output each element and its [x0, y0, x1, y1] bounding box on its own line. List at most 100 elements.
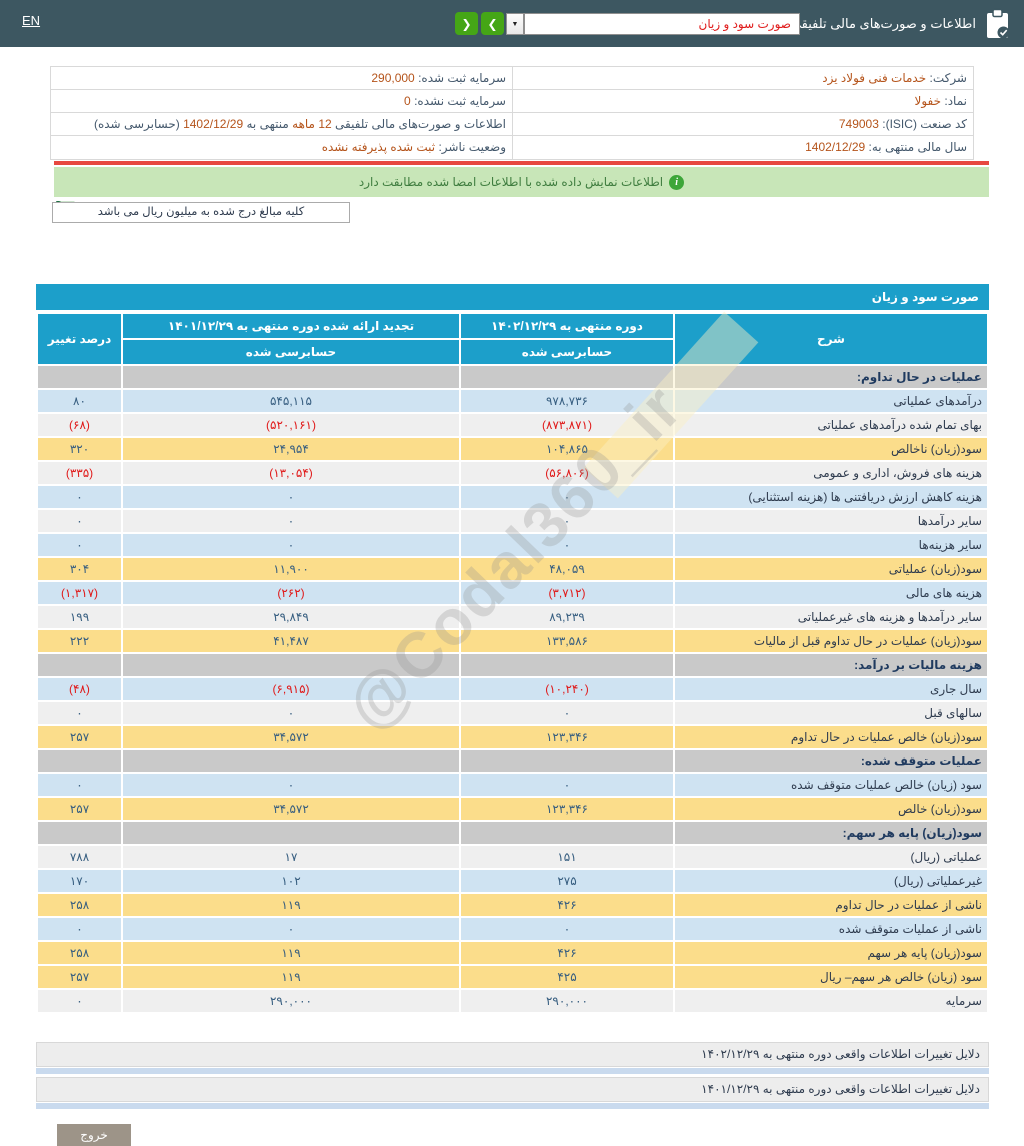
row-label: سایر درآمدها: [675, 510, 987, 532]
row-value-current: ۱۲۳,۳۴۶: [461, 798, 673, 820]
issuer-status-label: وضعیت ناشر:: [438, 140, 506, 154]
row-label: سایر هزینه‌ها: [675, 534, 987, 556]
row-value-previous: ۲۴,۹۵۴: [123, 438, 459, 460]
row-value-current: ۰: [461, 486, 673, 508]
row-label: سایر درآمدها و هزینه های غیرعملیاتی: [675, 606, 987, 628]
row-label: ناشی از عملیات در حال تداوم: [675, 894, 987, 916]
row-label: عملیاتی (ریال): [675, 846, 987, 868]
company-info-row: کد صنعت (ISIC): 749003 اطلاعات و صورت‌ها…: [51, 113, 973, 136]
previous-report-button[interactable]: ❮: [455, 12, 478, 35]
row-value-current: ۰: [461, 702, 673, 724]
row-change-percent: (۳۳۵): [38, 462, 121, 484]
row-value-current: ۴۲۶: [461, 942, 673, 964]
report-type-select[interactable]: صورت سود و زیان: [524, 13, 800, 35]
row-value-current: ۰: [461, 918, 673, 940]
row-change-percent: ۰: [38, 534, 121, 556]
empty-cell: [38, 822, 121, 844]
empty-cell: [123, 750, 459, 772]
row-label: سود (زیان) خالص عملیات متوقف شده: [675, 774, 987, 796]
empty-cell: [461, 654, 673, 676]
row-change-percent: (۴۸): [38, 678, 121, 700]
row-label: سود(زیان) خالص عملیات در حال تداوم: [675, 726, 987, 748]
section-row: عملیات متوقف شده:: [38, 750, 987, 772]
red-divider: [54, 161, 989, 165]
footer-bar-changes-1402[interactable]: دلایل تغییرات اطلاعات واقعی دوره منتهی ب…: [36, 1042, 989, 1067]
footer-strip: [36, 1068, 989, 1074]
row-change-percent: ۱۷۰: [38, 870, 121, 892]
footer-bar-changes-1401[interactable]: دلایل تغییرات اطلاعات واقعی دوره منتهی ب…: [36, 1077, 989, 1102]
table-row: درآمدهای عملیاتی ۹۷۸,۷۳۶ ۵۴۵,۱۱۵ ۸۰: [38, 390, 987, 412]
table-row: عملیاتی (ریال) ۱۵۱ ۱۷ ۷۸۸: [38, 846, 987, 868]
row-change-percent: ۲۵۷: [38, 966, 121, 988]
row-change-percent: ۲۲۲: [38, 630, 121, 652]
row-value-current: ۴۲۶: [461, 894, 673, 916]
exit-button[interactable]: خروج: [57, 1124, 131, 1146]
units-note-box: کلیه مبالغ درج شده به میلیون ریال می باش…: [52, 202, 350, 223]
company-info-row: نماد: خفولا سرمایه ثبت نشده: 0: [51, 90, 973, 113]
row-value-previous: ۰: [123, 534, 459, 556]
row-change-percent: ۲۵۸: [38, 894, 121, 916]
row-value-current: ۹۷۸,۷۳۶: [461, 390, 673, 412]
row-change-percent: ۰: [38, 486, 121, 508]
top-bar: EN اطلاعات و صورت‌های مالی تلفیقی صورت س…: [0, 0, 1024, 47]
row-value-previous: ۱۱۹: [123, 942, 459, 964]
row-label: بهای تمام شده درآمدهای عملیاتی: [675, 414, 987, 436]
row-value-previous: ۰: [123, 918, 459, 940]
empty-cell: [461, 750, 673, 772]
row-value-current: ۴۸,۰۵۹: [461, 558, 673, 580]
isic-label: کد صنعت (ISIC):: [882, 117, 967, 131]
select-dropdown-arrow-icon[interactable]: ▼: [506, 13, 524, 35]
row-value-current: ۸۹,۲۳۹: [461, 606, 673, 628]
section-label: هزینه مالیات بر درآمد:: [675, 654, 987, 676]
company-name: خدمات فنی فولاد یزد: [822, 71, 927, 85]
empty-cell: [123, 822, 459, 844]
income-statement-table: شرح دوره منتهی به ۱۴۰۲/۱۲/۲۹ تجدید ارائه…: [36, 312, 989, 1014]
language-en-link[interactable]: EN: [22, 13, 40, 28]
footer-strip: [36, 1103, 989, 1109]
statement-period-months: 12 ماهه: [292, 117, 332, 131]
row-label: سود (زیان) خالص هر سهم– ریال: [675, 966, 987, 988]
row-value-previous: ۱۷: [123, 846, 459, 868]
statement-period-text: اطلاعات و صورت‌های مالی تلفیقی: [335, 117, 506, 131]
statement-period-text: منتهی به: [246, 117, 289, 131]
row-label: هزینه های مالی: [675, 582, 987, 604]
next-report-button[interactable]: ❯: [481, 12, 504, 35]
column-subheader-audited-previous: حسابرسی شده: [123, 340, 459, 364]
statement-audited-note: (حسابرسی شده): [93, 117, 180, 131]
isic-value: 749003: [838, 117, 879, 131]
row-change-percent: (۱,۳۱۷): [38, 582, 121, 604]
row-value-previous: ۲۹,۸۴۹: [123, 606, 459, 628]
row-label: ناشی از عملیات متوقف شده: [675, 918, 987, 940]
signed-info-alert: i اطلاعات نمایش داده شده با اطلاعات امضا…: [54, 167, 989, 197]
row-value-current: ۱۰۴,۸۶۵: [461, 438, 673, 460]
column-header-change-percent: درصد تغییر: [38, 314, 121, 364]
registered-capital-value: 290,000: [371, 71, 415, 85]
row-label: سالهای قبل: [675, 702, 987, 724]
fiscal-year-value: 1402/12/29: [805, 140, 866, 154]
table-row: سال جاری (۱۰,۲۴۰) (۶,۹۱۵) (۴۸): [38, 678, 987, 700]
table-row: سایر درآمدها ۰ ۰ ۰: [38, 510, 987, 532]
row-change-percent: ۱۹۹: [38, 606, 121, 628]
company-info-row: شرکت: خدمات فنی فولاد یزد سرمایه ثبت شده…: [51, 67, 973, 90]
empty-cell: [123, 654, 459, 676]
row-value-current: ۰: [461, 534, 673, 556]
row-change-percent: ۷۸۸: [38, 846, 121, 868]
row-value-previous: ۱۰۲: [123, 870, 459, 892]
page-title: اطلاعات و صورت‌های مالی تلفیقی: [790, 16, 976, 31]
row-label: سود(زیان) عملیات در حال تداوم قبل از مال…: [675, 630, 987, 652]
row-change-percent: ۳۰۴: [38, 558, 121, 580]
row-change-percent: ۰: [38, 774, 121, 796]
info-icon: i: [669, 174, 685, 190]
row-label: سرمایه: [675, 990, 987, 1012]
row-label: هزینه کاهش ارزش دریافتنی ها (هزینه استثن…: [675, 486, 987, 508]
income-statement-title-bar: صورت سود و زیان: [36, 284, 989, 310]
table-row: سایر درآمدها و هزینه های غیرعملیاتی ۸۹,۲۳…: [38, 606, 987, 628]
income-statement: صورت سود و زیان شرح دوره منتهی به ۱۴۰۲/۱…: [36, 284, 989, 1014]
row-value-current: ۴۲۵: [461, 966, 673, 988]
table-row: سود (زیان) خالص عملیات متوقف شده ۰ ۰ ۰: [38, 774, 987, 796]
row-change-percent: ۲۵۷: [38, 798, 121, 820]
symbol-label: نماد:: [944, 94, 967, 108]
row-value-previous: ۰: [123, 486, 459, 508]
section-row: هزینه مالیات بر درآمد:: [38, 654, 987, 676]
table-row: ناشی از عملیات در حال تداوم ۴۲۶ ۱۱۹ ۲۵۸: [38, 894, 987, 916]
